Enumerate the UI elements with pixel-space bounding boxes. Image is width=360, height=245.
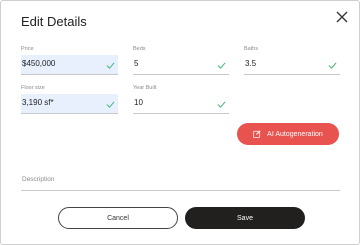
baths-input[interactable]: 3.5 <box>244 55 340 75</box>
beds-field[interactable]: Beds 5 <box>133 46 229 76</box>
check-icon <box>217 101 226 108</box>
year-built-label: Year Built <box>133 85 157 91</box>
dialog-title: Edit Details <box>21 14 87 29</box>
floor-size-value: 3,190 sf* <box>22 98 54 107</box>
floor-size-label: Floor size <box>21 85 45 91</box>
baths-value: 3.5 <box>245 59 257 68</box>
year-built-value: 10 <box>134 98 143 107</box>
baths-label: Baths <box>244 46 259 52</box>
check-icon <box>328 62 337 69</box>
year-built-field[interactable]: Year Built 10 <box>133 85 229 115</box>
save-button[interactable]: Save <box>185 207 305 229</box>
cancel-label: Cancel <box>107 214 129 222</box>
baths-field[interactable]: Baths 3.5 <box>244 46 340 76</box>
check-icon <box>106 101 115 108</box>
price-input[interactable]: $450,000 <box>21 55 118 75</box>
description-field[interactable]: Description <box>21 173 340 191</box>
price-label: Price <box>21 46 34 52</box>
ai-autogeneration-label: AI Autogeneration <box>267 130 323 138</box>
edit-icon <box>253 130 261 138</box>
description-label: Description <box>22 176 55 183</box>
save-label: Save <box>237 214 253 222</box>
ai-autogeneration-button[interactable]: AI Autogeneration <box>237 123 339 145</box>
price-field[interactable]: Price $450,000 <box>21 46 118 76</box>
price-value: $450,000 <box>22 59 56 68</box>
edit-details-dialog: Edit Details Price $450,000 Beds 5 Baths… <box>0 0 360 245</box>
year-built-input[interactable]: 10 <box>133 94 229 114</box>
check-icon <box>217 62 226 69</box>
close-icon[interactable] <box>335 10 349 24</box>
floor-size-input[interactable]: 3,190 sf* <box>21 94 118 114</box>
check-icon <box>106 62 115 69</box>
beds-input[interactable]: 5 <box>133 55 229 75</box>
floor-size-field[interactable]: Floor size 3,190 sf* <box>21 85 118 115</box>
beds-label: Beds <box>133 46 146 52</box>
cancel-button[interactable]: Cancel <box>58 207 178 229</box>
beds-value: 5 <box>134 59 139 68</box>
